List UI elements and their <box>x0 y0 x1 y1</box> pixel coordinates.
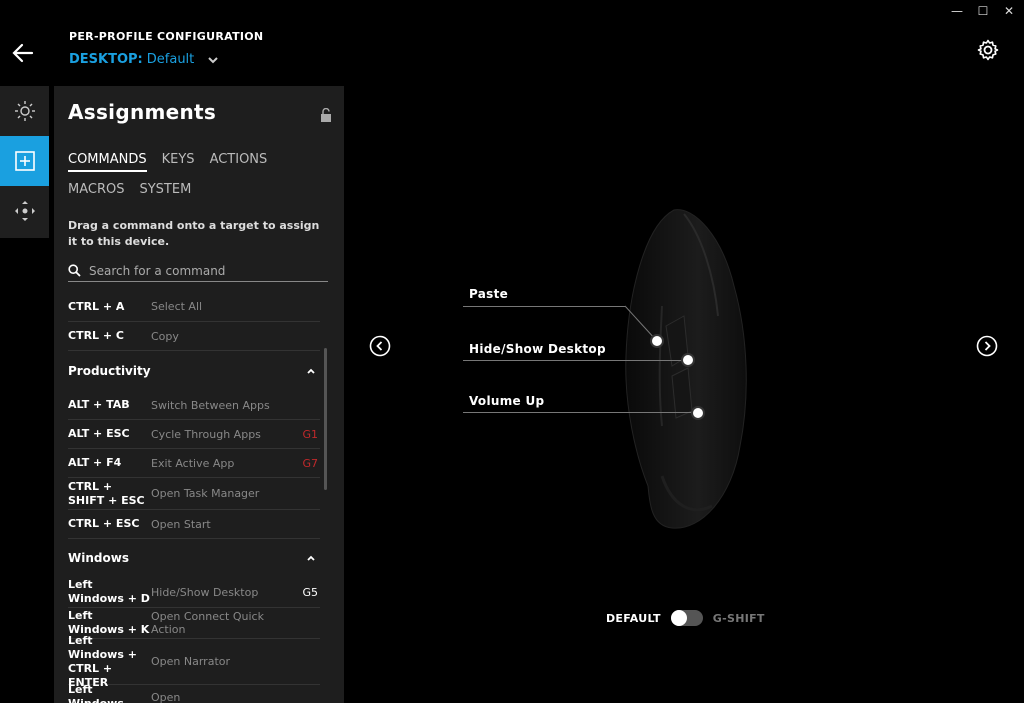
toggle-knob <box>670 610 687 626</box>
callout-label-volume-up: Volume Up <box>469 394 545 408</box>
toggle-label-default: DEFAULT <box>606 611 661 625</box>
gear-icon[interactable] <box>976 38 1000 62</box>
next-arrow-icon[interactable] <box>976 335 998 357</box>
list-item[interactable]: CTRL + SHIFT + ESC Open Task Manager <box>68 478 320 510</box>
search-bar <box>68 260 328 282</box>
list-item[interactable]: CTRL + A Select All <box>68 292 320 322</box>
chevron-up-icon <box>307 368 315 374</box>
search-icon <box>68 264 81 277</box>
list-item[interactable]: CTRL + ESC Open Start <box>68 510 320 539</box>
callout-line <box>463 360 683 361</box>
plus-box-icon <box>14 151 35 171</box>
list-item[interactable]: Left Windows + CTRL + ENTER Open Narrato… <box>68 634 320 689</box>
button-target-volume-up[interactable] <box>691 406 705 420</box>
assignments-panel: Assignments COMMANDS KEYS ACTIONS MACROS… <box>54 86 344 703</box>
tab-actions[interactable]: ACTIONS <box>210 152 268 172</box>
search-input[interactable] <box>89 263 309 278</box>
callout-label-hide-show-desktop: Hide/Show Desktop <box>469 342 606 356</box>
profile-selector[interactable]: DESKTOP: Default <box>69 52 220 67</box>
tab-keys[interactable]: KEYS <box>162 152 195 172</box>
close-button[interactable]: ✕ <box>1002 4 1016 18</box>
button-target-hide-show-desktop[interactable] <box>681 353 695 367</box>
list-item[interactable]: ALT + ESC Cycle Through Apps G1 <box>68 420 320 449</box>
profile-prefix: DESKTOP: <box>69 52 143 67</box>
previous-arrow-icon[interactable] <box>369 335 391 357</box>
chevron-up-icon <box>307 555 315 561</box>
maximize-button[interactable]: ☐ <box>976 4 990 18</box>
mouse-illustration <box>625 209 747 529</box>
dpi-crosshair-icon <box>14 201 35 221</box>
rail-assignments[interactable] <box>0 136 49 186</box>
gshift-toggle-group: DEFAULT G-SHIFT <box>606 610 765 626</box>
assigned-g-key: G5 <box>302 585 318 599</box>
list-item[interactable]: Left Windows + D Hide/Show Desktop G5 <box>68 577 320 608</box>
button-target-paste[interactable] <box>650 334 664 348</box>
sun-icon <box>14 101 35 121</box>
rail-sensitivity[interactable] <box>0 186 49 236</box>
gshift-toggle[interactable] <box>670 610 703 626</box>
drag-hint: Drag a command onto a target to assign i… <box>68 219 320 248</box>
minimize-button[interactable]: — <box>950 4 964 18</box>
page-title: PER-PROFILE CONFIGURATION <box>69 30 264 43</box>
list-item[interactable]: ALT + TAB Switch Between Apps <box>68 391 320 420</box>
callout-label-paste: Paste <box>469 287 509 301</box>
assigned-g-key: G1 <box>302 427 318 441</box>
tab-system[interactable]: SYSTEM <box>139 182 191 200</box>
callout-line <box>463 306 625 307</box>
tab-commands[interactable]: COMMANDS <box>68 152 147 172</box>
command-list: CTRL + A Select All CTRL + C Copy Produc… <box>68 292 320 703</box>
back-arrow-icon[interactable] <box>10 40 36 66</box>
section-header-windows[interactable]: Windows <box>68 539 320 577</box>
panel-title: Assignments <box>68 100 217 124</box>
profile-name: Default <box>146 52 195 67</box>
assigned-g-key: G7 <box>302 456 318 470</box>
window-controls: — ☐ ✕ <box>950 4 1016 18</box>
toggle-label-gshift: G-SHIFT <box>712 611 765 625</box>
chevron-down-icon <box>208 56 218 63</box>
rail-lighting[interactable] <box>0 86 49 136</box>
unlock-icon[interactable] <box>320 108 332 122</box>
list-item[interactable]: CTRL + C Copy <box>68 322 320 351</box>
section-header-productivity[interactable]: Productivity <box>68 351 320 391</box>
list-item[interactable]: Left Windows Open <box>68 683 320 703</box>
assignment-tabs: COMMANDS KEYS ACTIONS MACROS SYSTEM <box>68 152 328 200</box>
callout-line <box>463 412 693 413</box>
tab-macros[interactable]: MACROS <box>68 182 124 200</box>
list-item[interactable]: ALT + F4 Exit Active App G7 <box>68 449 320 478</box>
scrollbar[interactable] <box>324 348 327 490</box>
left-rail <box>0 86 49 238</box>
